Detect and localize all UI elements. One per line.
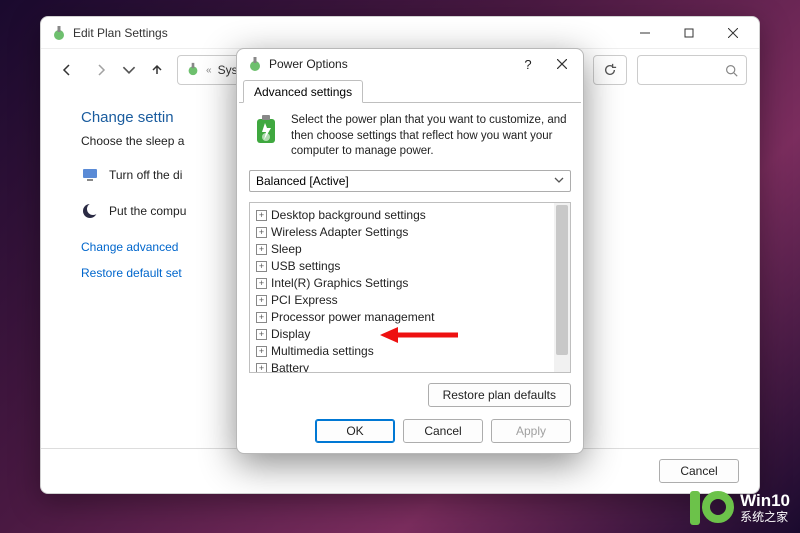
window-controls (623, 18, 755, 48)
battery-power-icon (249, 113, 283, 147)
plan-select-value: Balanced [Active] (256, 174, 349, 188)
settings-tree: + Desktop background settings + Wireless A… (249, 202, 571, 373)
tree-item-label: Desktop background settings (271, 208, 426, 222)
expand-icon[interactable]: + (256, 227, 267, 238)
search-box[interactable] (637, 55, 747, 85)
recent-button[interactable] (121, 56, 137, 84)
tree-item-battery[interactable]: + Battery (252, 360, 552, 372)
monitor-icon (81, 166, 99, 184)
maximize-button[interactable] (667, 18, 711, 48)
tree-item-label: Battery (271, 361, 309, 372)
parent-footer: Cancel (41, 448, 759, 493)
scrollbar[interactable] (554, 203, 570, 372)
power-icon (51, 25, 67, 41)
chevron-left-icon: « (206, 65, 212, 76)
tab-advanced-settings[interactable]: Advanced settings (243, 80, 363, 103)
tree-item-label: Processor power management (271, 310, 434, 324)
tree-item-label: USB settings (271, 259, 340, 273)
chevron-down-icon (554, 174, 564, 188)
refresh-button[interactable] (593, 55, 627, 85)
tree-item-label: Intel(R) Graphics Settings (271, 276, 408, 290)
expand-icon[interactable]: + (256, 261, 267, 272)
dialog-footer: OK Cancel Apply (237, 413, 583, 453)
power-options-dialog: Power Options ? Advanced settings Select… (236, 48, 584, 454)
expand-icon[interactable]: + (256, 278, 267, 289)
tree-item-intel-graphics[interactable]: + Intel(R) Graphics Settings (252, 275, 552, 292)
search-icon (725, 64, 738, 77)
tree-item-processor[interactable]: + Processor power management (252, 309, 552, 326)
tree-item-usb[interactable]: + USB settings (252, 258, 552, 275)
expand-icon[interactable]: + (256, 346, 267, 357)
parent-title: Edit Plan Settings (73, 26, 623, 40)
description-row: Select the power plan that you want to c… (249, 113, 571, 160)
tree-item-label: Wireless Adapter Settings (271, 225, 408, 239)
tree-item-wireless[interactable]: + Wireless Adapter Settings (252, 224, 552, 241)
tree-item-multimedia[interactable]: + Multimedia settings (252, 343, 552, 360)
dialog-title: Power Options (269, 57, 511, 71)
watermark-text: Win10 系统之家 (740, 492, 790, 524)
tree-item-desktop-background[interactable]: + Desktop background settings (252, 207, 552, 224)
tree: + Desktop background settings + Wireless A… (250, 203, 554, 372)
tree-item-label: Sleep (271, 242, 302, 256)
expand-icon[interactable]: + (256, 210, 267, 221)
watermark-logo (690, 491, 734, 525)
tab-strip: Advanced settings (237, 79, 583, 103)
watermark-line1: Win10 (740, 492, 790, 511)
back-button[interactable] (53, 56, 81, 84)
label: Turn off the di (109, 168, 182, 182)
close-button[interactable] (545, 50, 579, 78)
dialog-titlebar: Power Options ? (237, 49, 583, 79)
watermark: Win10 系统之家 (690, 491, 790, 525)
tree-item-label: Multimedia settings (271, 344, 374, 358)
parent-titlebar: Edit Plan Settings (41, 17, 759, 49)
moon-icon (81, 202, 99, 220)
expand-icon[interactable]: + (256, 329, 267, 340)
cancel-button[interactable]: Cancel (659, 459, 739, 483)
restore-defaults-button[interactable]: Restore plan defaults (428, 383, 571, 407)
ok-button[interactable]: OK (315, 419, 395, 443)
cancel-button[interactable]: Cancel (403, 419, 483, 443)
power-icon (186, 62, 200, 79)
label: Put the compu (109, 204, 186, 218)
help-button[interactable]: ? (511, 50, 545, 78)
tree-item-label: PCI Express (271, 293, 338, 307)
description-text: Select the power plan that you want to c… (291, 113, 571, 160)
tree-item-sleep[interactable]: + Sleep (252, 241, 552, 258)
scrollbar-thumb[interactable] (556, 205, 568, 355)
restore-row: Restore plan defaults (249, 383, 571, 407)
expand-icon[interactable]: + (256, 363, 267, 372)
minimize-button[interactable] (623, 18, 667, 48)
expand-icon[interactable]: + (256, 312, 267, 323)
expand-icon[interactable]: + (256, 244, 267, 255)
plan-select[interactable]: Balanced [Active] (249, 170, 571, 192)
tree-item-display[interactable]: + Display (252, 326, 552, 343)
close-button[interactable] (711, 18, 755, 48)
tree-item-label: Display (271, 327, 310, 341)
forward-button[interactable] (87, 56, 115, 84)
up-button[interactable] (143, 56, 171, 84)
expand-icon[interactable]: + (256, 295, 267, 306)
tree-item-pci-express[interactable]: + PCI Express (252, 292, 552, 309)
dialog-body: Select the power plan that you want to c… (237, 103, 583, 413)
power-icon (247, 56, 263, 72)
watermark-line2: 系统之家 (740, 511, 790, 524)
apply-button[interactable]: Apply (491, 419, 571, 443)
